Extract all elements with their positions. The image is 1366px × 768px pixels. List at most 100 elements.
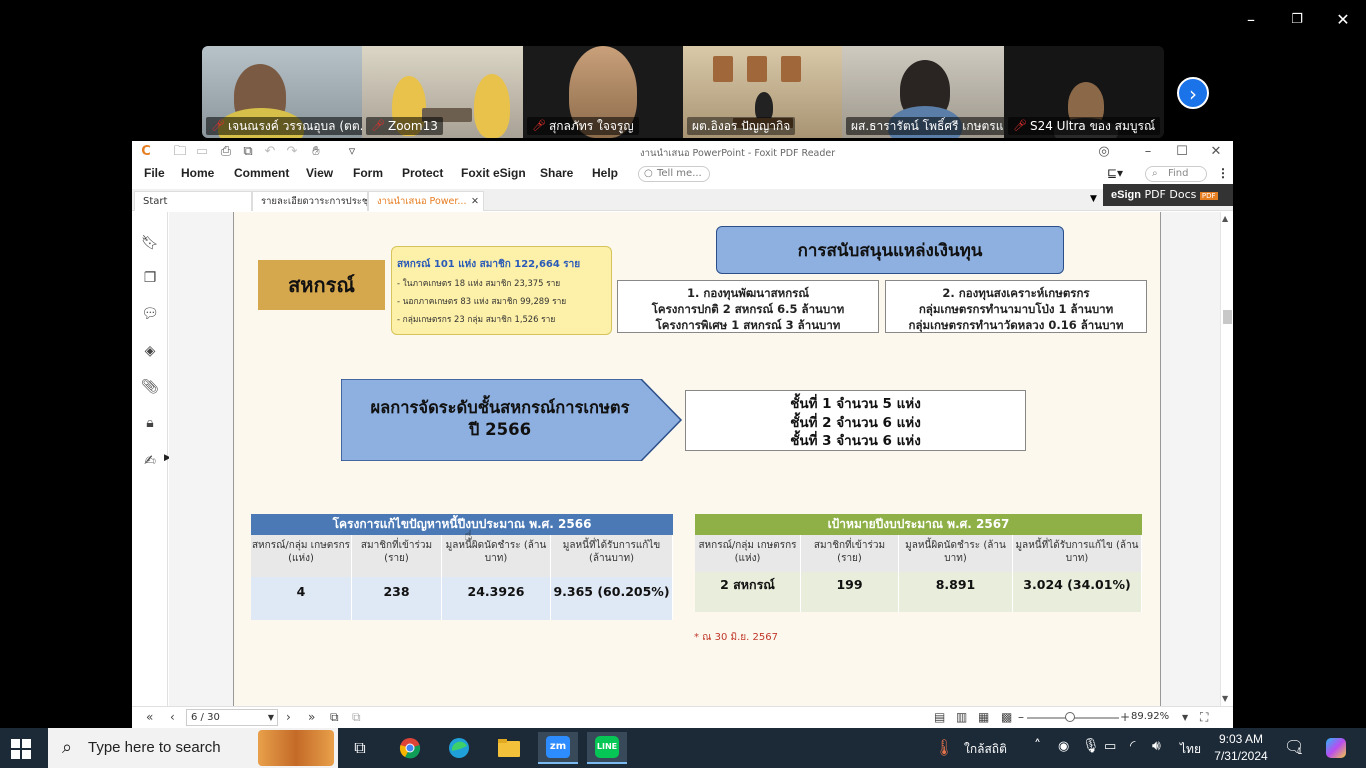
video-tile[interactable]: 🎤︎ Zoom13 (362, 46, 523, 138)
fund-box-2: 2. กองทุนสงเคราะห์เกษตรกร กลุ่มเกษตรกรทำน… (885, 280, 1147, 333)
participant-name: Zoom13 (387, 119, 438, 133)
next-page-arrow-icon[interactable]: › (1177, 77, 1209, 109)
table-cell: 9.365 (60.205%) (551, 577, 673, 620)
task-view-icon[interactable]: ⧉ (340, 732, 380, 764)
menu-share[interactable]: Share (540, 166, 573, 180)
menu-protect[interactable]: Protect (402, 166, 443, 180)
vertical-scrollbar[interactable]: ▲ ▼ (1220, 212, 1233, 706)
tab-meeting-agenda[interactable]: รายละเอียดวาระการประชุม ... (252, 191, 368, 211)
scroll-down-icon[interactable]: ▼ (1222, 694, 1228, 703)
bookmark-icon[interactable]: 🔖︎ (141, 234, 159, 252)
zoom-restore-button[interactable]: ❐ (1285, 8, 1309, 32)
taskbar-search-input[interactable]: ⌕ Type here to search (48, 728, 338, 768)
menu-form[interactable]: Form (353, 166, 383, 180)
scroll-thumb[interactable] (1223, 310, 1232, 324)
last-page-icon[interactable]: » (308, 710, 315, 724)
search-icon: ⌕ (62, 737, 73, 758)
battery-icon[interactable]: ▭ (1104, 739, 1116, 754)
copy-icon[interactable]: ⧉ (240, 144, 256, 160)
video-tile[interactable]: 🎤︎ สุกลภัทร ใจจรูญ (523, 46, 683, 138)
account-icon[interactable]: ◎ (1096, 144, 1112, 160)
table-cell: 238 (352, 577, 442, 620)
line-app-icon[interactable]: LINE (587, 732, 627, 764)
zoom-close-button[interactable]: ✕ (1331, 8, 1355, 32)
hand-tool-icon[interactable]: ✋︎ (308, 144, 324, 160)
weather-icon[interactable]: 🌡︎ (934, 738, 954, 757)
customize-toolbar-icon[interactable]: ▿ (344, 144, 360, 160)
page-number-input[interactable]: 6 / 30 ▼ (186, 709, 278, 726)
pages-icon[interactable]: ❐ (141, 269, 159, 287)
zoom-out-icon[interactable]: – (1018, 710, 1024, 724)
tab-presentation[interactable]: งานนำเสนอ Power... ✕ (368, 191, 484, 211)
windows-start-icon[interactable] (10, 738, 32, 760)
page-export-icon[interactable]: ⧉ (352, 710, 361, 725)
edge-icon[interactable] (439, 732, 479, 764)
wifi-icon[interactable]: ◜ (1130, 738, 1135, 754)
tab-start[interactable]: Start (134, 191, 252, 211)
chrome-icon[interactable] (390, 732, 430, 764)
redo-icon[interactable]: ↷ (284, 144, 300, 160)
zoom-app-icon[interactable]: zm (538, 732, 578, 764)
signature-icon[interactable]: ✍︎ (141, 452, 159, 470)
show-hidden-icons-icon[interactable]: ˄ (1034, 738, 1041, 754)
tab-list-dropdown-icon[interactable]: ▼ (1090, 194, 1097, 204)
search-options-icon[interactable]: ⊑▾ (1107, 166, 1123, 180)
menu-view[interactable]: View (306, 166, 333, 180)
video-tile[interactable]: 🎤︎ S24 Ultra ของ สมบูรณ์ (1004, 46, 1164, 138)
title-bar: C 🗀 ▭ ⎙ ⧉ ↶ ↷ ✋︎ ▿ งานนำเสนอ PowerPoint … (132, 141, 1233, 163)
layers-icon[interactable]: ◈ (141, 342, 159, 360)
language-indicator[interactable]: ไทย (1180, 740, 1201, 759)
facing-view-icon[interactable]: ▦ (978, 710, 989, 724)
fullscreen-icon[interactable]: ⛶ (1200, 710, 1208, 725)
meet-now-icon[interactable]: ◉ (1058, 739, 1069, 754)
save-icon[interactable]: ▭ (194, 144, 210, 160)
zoom-minimize-button[interactable]: – (1239, 8, 1263, 32)
security-icon[interactable]: 🔒︎ (141, 414, 159, 432)
continuous-view-icon[interactable]: ▥ (956, 710, 967, 724)
zoom-dropdown-icon[interactable]: ▼ (1182, 713, 1188, 722)
esign-banner[interactable]: eSign PDF Docs PDF (1103, 184, 1233, 206)
open-folder-icon[interactable]: 🗀 (172, 144, 188, 160)
single-page-view-icon[interactable]: ▤ (934, 710, 945, 724)
menu-help[interactable]: Help (592, 166, 618, 180)
minimize-button[interactable]: – (1140, 144, 1156, 160)
previous-page-icon[interactable]: ‹ (170, 710, 175, 724)
file-explorer-icon[interactable] (489, 732, 529, 764)
next-page-icon[interactable]: › (286, 710, 291, 724)
tell-me-input[interactable]: ○ Tell me... (638, 166, 710, 182)
video-tile-active-speaker[interactable]: ผส.ธารารัตน์ โพธิ์ศรี เกษตรแ... (842, 46, 1004, 138)
page-dropdown-icon[interactable]: ▼ (268, 710, 274, 725)
volume-icon[interactable]: 🔊︎ (1152, 738, 1161, 754)
microphone-icon[interactable]: 🎙︎ (1082, 738, 1100, 754)
menu-foxit-esign[interactable]: Foxit eSign (461, 166, 526, 180)
menu-home[interactable]: Home (181, 166, 214, 180)
copy-page-icon[interactable]: ⧉ (330, 710, 339, 725)
zoom-in-icon[interactable]: + (1120, 710, 1130, 724)
close-tab-icon[interactable]: ✕ (471, 192, 479, 211)
table-header: มูลหนี้ผิดนัดชำระ (ล้านบาท) (899, 535, 1013, 572)
scroll-up-icon[interactable]: ▲ (1222, 214, 1228, 223)
video-tile[interactable]: 🎤︎ เจนณรงค์ วรรณอุบล (ตต... (202, 46, 362, 138)
weather-text[interactable]: ใกล้สถิติ (964, 740, 1007, 759)
table-title: เป้าหมายปีงบประมาณ พ.ศ. 2567 (695, 514, 1142, 535)
continuous-facing-view-icon[interactable]: ▩ (1001, 710, 1012, 724)
menu-file[interactable]: File (144, 166, 165, 180)
document-viewer[interactable]: สหกรณ์ สหกรณ์ 101 แห่ง สมาชิก 122,664 รา… (169, 212, 1220, 706)
zoom-level[interactable]: 89.92% (1131, 711, 1169, 722)
find-input[interactable]: ⌕ Find (1145, 166, 1207, 182)
zoom-slider-handle[interactable] (1065, 712, 1075, 722)
more-options-icon[interactable]: ⋮ (1217, 166, 1229, 180)
ribbon-menu: File Home Comment View Form Protect Foxi… (132, 163, 1233, 185)
menu-comment[interactable]: Comment (234, 166, 289, 180)
close-button[interactable]: ✕ (1208, 144, 1224, 160)
print-icon[interactable]: ⎙ (218, 144, 234, 160)
first-page-icon[interactable]: « (146, 710, 153, 724)
table-header: สหกรณ์/กลุ่ม เกษตรกร (แห่ง) (251, 535, 352, 577)
clock[interactable]: 9:03 AM 7/31/2024 (1204, 731, 1278, 765)
copilot-icon[interactable] (1316, 732, 1356, 764)
attachment-icon[interactable]: 📎︎ (141, 378, 159, 396)
undo-icon[interactable]: ↶ (262, 144, 278, 160)
comments-icon[interactable]: 💬︎ (141, 305, 159, 323)
maximize-button[interactable]: ☐ (1174, 144, 1190, 160)
video-tile[interactable]: ผต.อิงอร ปัญญากิจ (683, 46, 842, 138)
